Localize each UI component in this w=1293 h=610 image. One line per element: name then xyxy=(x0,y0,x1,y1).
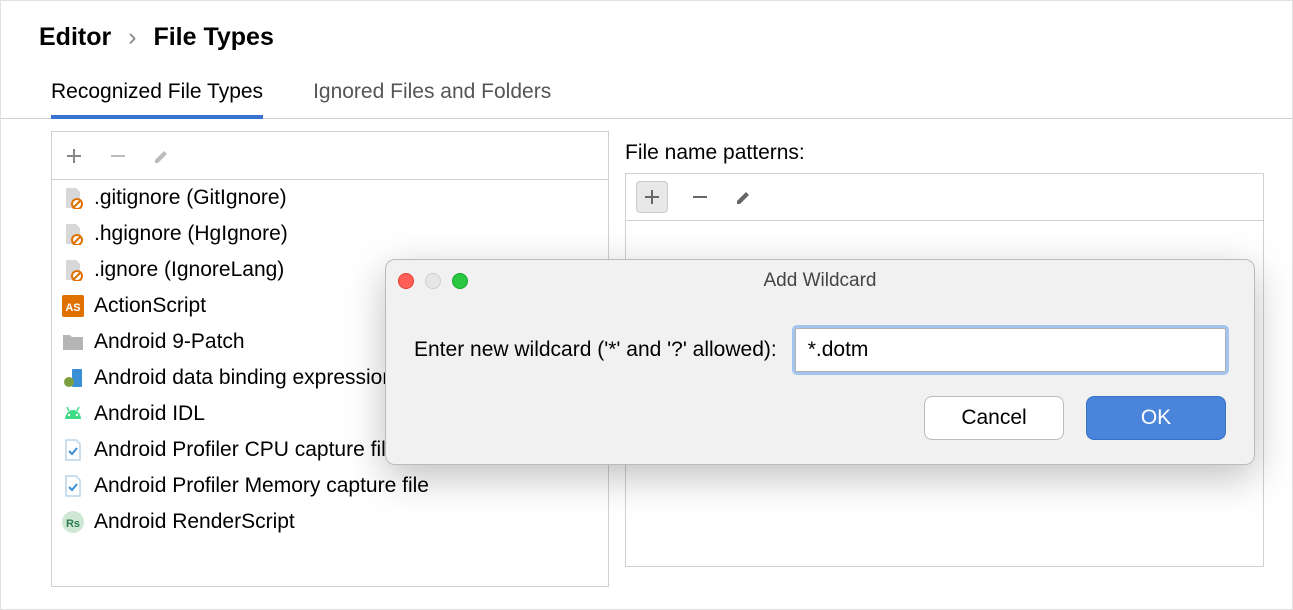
file-type-label: Android 9-Patch xyxy=(94,330,245,354)
android-data-icon xyxy=(62,367,84,389)
file-ignore-icon xyxy=(62,187,84,209)
breadcrumb-parent[interactable]: Editor xyxy=(39,23,111,51)
add-file-type-button[interactable] xyxy=(62,144,86,168)
pencil-icon xyxy=(153,147,171,165)
window-controls xyxy=(398,273,468,289)
file-type-label: .hgignore (HgIgnore) xyxy=(94,222,288,246)
list-item[interactable]: Rs Android RenderScript xyxy=(52,504,608,540)
minus-icon xyxy=(109,147,127,165)
file-ignore-icon xyxy=(62,223,84,245)
file-type-label: Android Profiler CPU capture file xyxy=(94,438,397,462)
list-item[interactable]: Android Profiler Memory capture file xyxy=(52,468,608,504)
dialog-body: Enter new wildcard ('*' and '?' allowed)… xyxy=(386,302,1254,396)
file-type-label: Android IDL xyxy=(94,402,205,426)
zoom-window-button[interactable] xyxy=(452,273,468,289)
remove-file-type-button[interactable] xyxy=(106,144,130,168)
file-ignore-icon xyxy=(62,259,84,281)
list-item[interactable]: .hgignore (HgIgnore) xyxy=(52,216,608,252)
close-window-button[interactable] xyxy=(398,273,414,289)
tab-recognized-file-types[interactable]: Recognized File Types xyxy=(51,70,263,118)
file-type-label: .gitignore (GitIgnore) xyxy=(94,186,287,210)
file-type-label: Android data binding expression xyxy=(94,366,394,390)
cancel-button[interactable]: Cancel xyxy=(924,396,1064,440)
ok-button[interactable]: OK xyxy=(1086,396,1226,440)
chevron-right-icon: › xyxy=(128,23,136,51)
breadcrumb: Editor › File Types xyxy=(1,1,1292,70)
file-types-toolbar xyxy=(51,131,609,179)
add-wildcard-dialog: Add Wildcard Enter new wildcard ('*' and… xyxy=(385,259,1255,465)
edit-file-type-button[interactable] xyxy=(150,144,174,168)
breadcrumb-current: File Types xyxy=(153,23,273,51)
tabs: Recognized File Types Ignored Files and … xyxy=(1,70,1292,119)
remove-pattern-button[interactable] xyxy=(688,185,712,209)
svg-text:AS: AS xyxy=(65,302,80,314)
file-type-label: ActionScript xyxy=(94,294,206,318)
edit-pattern-button[interactable] xyxy=(732,185,756,209)
wildcard-input[interactable] xyxy=(795,328,1226,372)
dialog-title: Add Wildcard xyxy=(386,270,1254,292)
dialog-footer: Cancel OK xyxy=(386,396,1254,464)
actionscript-icon: AS xyxy=(62,295,84,317)
file-type-label: Android Profiler Memory capture file xyxy=(94,474,429,498)
wildcard-prompt: Enter new wildcard ('*' and '?' allowed)… xyxy=(414,338,777,362)
add-pattern-button[interactable] xyxy=(636,181,668,213)
file-type-label: .ignore (IgnoreLang) xyxy=(94,258,284,282)
profiler-icon xyxy=(62,475,84,497)
android-icon xyxy=(62,403,84,425)
tab-ignored-files-folders[interactable]: Ignored Files and Folders xyxy=(313,70,551,118)
minus-icon xyxy=(691,188,709,206)
svg-text:Rs: Rs xyxy=(66,518,80,530)
patterns-label: File name patterns: xyxy=(625,131,1264,173)
dialog-titlebar[interactable]: Add Wildcard xyxy=(386,260,1254,302)
file-type-label: Android RenderScript xyxy=(94,510,295,534)
folder-icon xyxy=(62,331,84,353)
list-item[interactable]: .gitignore (GitIgnore) xyxy=(52,180,608,216)
minimize-window-button xyxy=(425,273,441,289)
plus-icon xyxy=(65,147,83,165)
patterns-toolbar xyxy=(625,173,1264,221)
profiler-icon xyxy=(62,439,84,461)
pencil-icon xyxy=(735,188,753,206)
renderscript-icon: Rs xyxy=(62,511,84,533)
plus-icon xyxy=(643,188,661,206)
